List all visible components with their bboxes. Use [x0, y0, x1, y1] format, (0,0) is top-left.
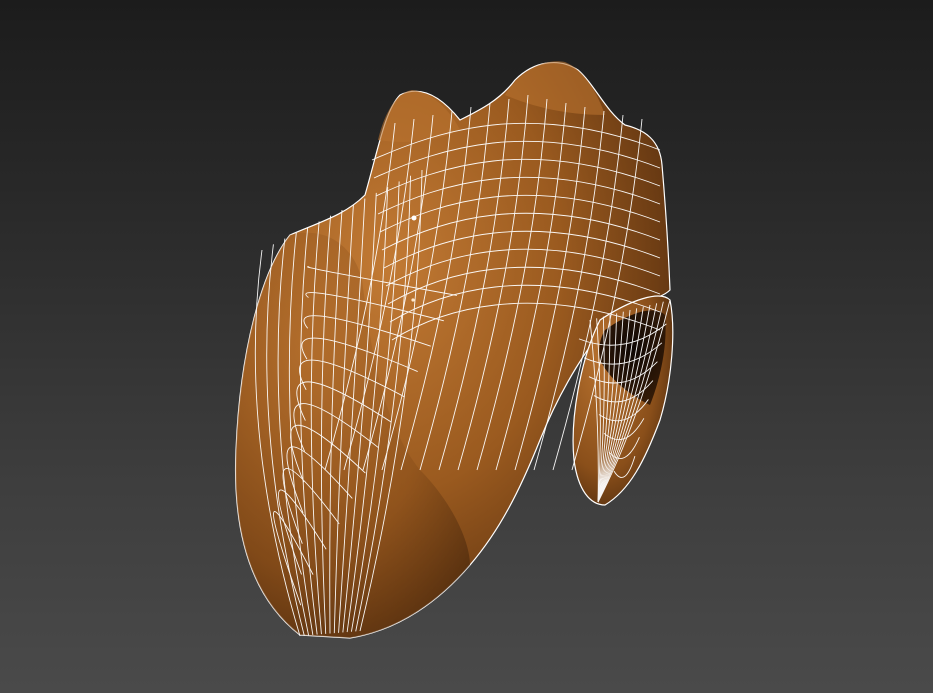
- 3d-viewport[interactable]: [0, 0, 933, 693]
- controller-mesh[interactable]: [234, 61, 674, 639]
- viewport-canvas[interactable]: [0, 0, 933, 693]
- specular-highlight: [411, 298, 415, 302]
- left-shoulder-lobe: [378, 90, 460, 142]
- specular-highlight: [411, 215, 417, 221]
